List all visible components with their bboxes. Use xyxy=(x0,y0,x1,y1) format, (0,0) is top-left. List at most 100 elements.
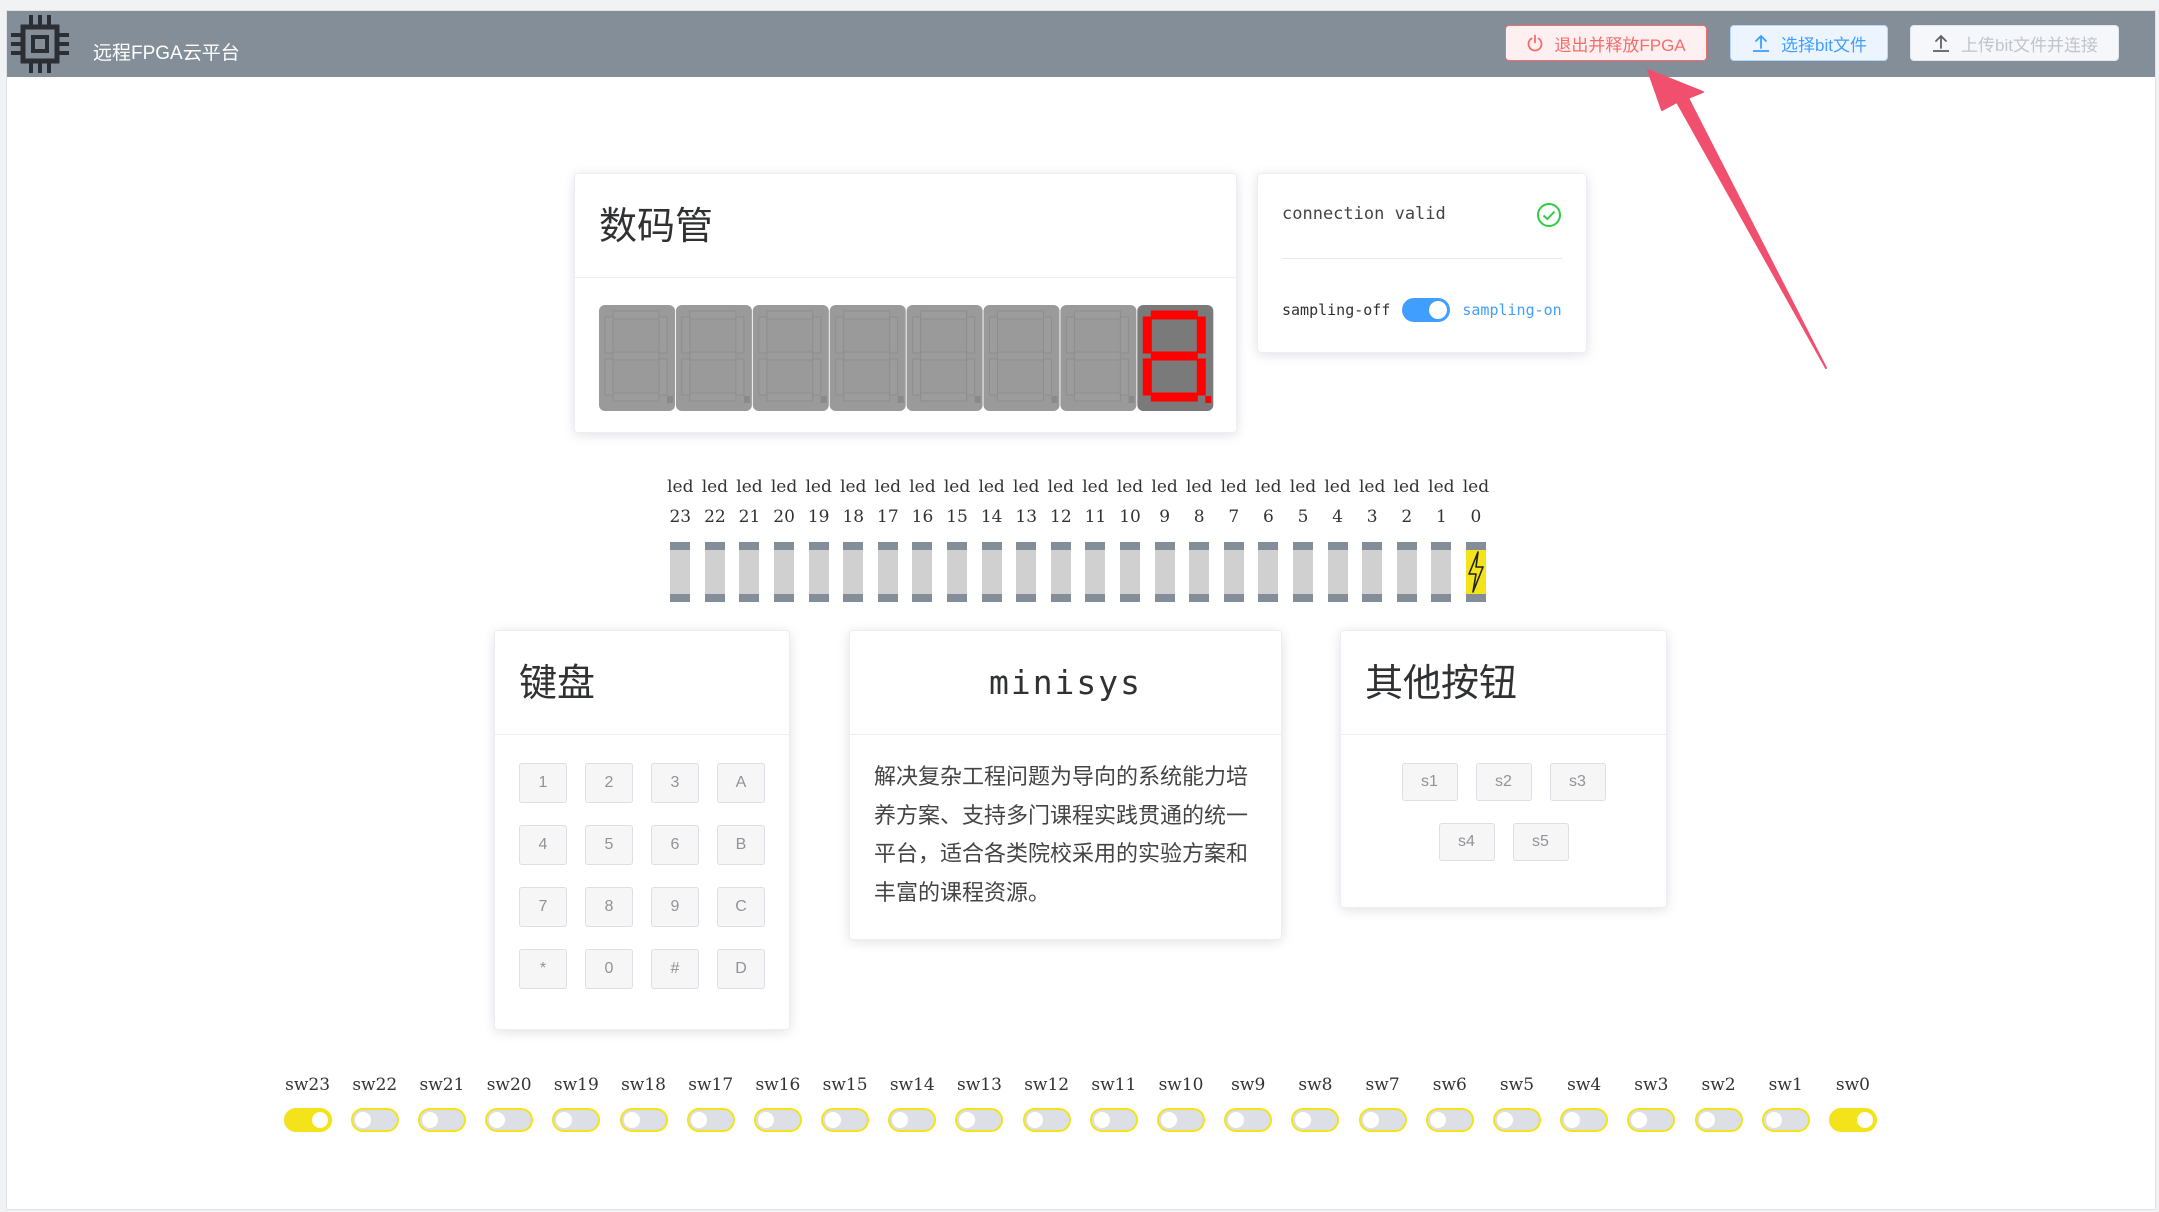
switch-toggle-sw4[interactable] xyxy=(1560,1108,1609,1132)
switch-toggle-sw19[interactable] xyxy=(552,1108,601,1132)
seven-segment-segment xyxy=(735,358,745,396)
seven-segment-dot xyxy=(897,396,904,403)
switch-toggle-sw15[interactable] xyxy=(821,1108,870,1132)
switch-toggle-sw23[interactable] xyxy=(283,1108,332,1132)
switch-label: sw19 xyxy=(553,1075,599,1095)
upload-bit-and-connect-button[interactable]: 上传bit文件并连接 xyxy=(1910,25,2119,61)
led-label: led xyxy=(1082,477,1109,497)
switch-toggle-sw18[interactable] xyxy=(619,1108,668,1132)
sampling-toggle[interactable] xyxy=(1402,298,1451,322)
other-button-s2[interactable]: s2 xyxy=(1475,763,1532,801)
other-buttons-group: s1 s2 s3 s4 s5 xyxy=(1365,763,1642,861)
led-item: led 14 xyxy=(974,472,1009,602)
seven-segment-segment xyxy=(612,310,660,320)
switch-label: sw17 xyxy=(688,1075,734,1095)
keypad-key[interactable]: 6 xyxy=(651,825,699,865)
connection-card: connection valid sampling-off sampling-o… xyxy=(1257,173,1587,353)
keypad-key[interactable]: * xyxy=(519,949,567,989)
switch-toggle-sw5[interactable] xyxy=(1492,1108,1541,1132)
keypad-key[interactable]: 2 xyxy=(585,763,633,803)
switch-item: sw12 xyxy=(1013,1070,1080,1132)
switch-toggle-sw10[interactable] xyxy=(1157,1108,1206,1132)
switch-toggle-sw11[interactable] xyxy=(1089,1108,1138,1132)
seven-segment-segment xyxy=(1142,358,1152,396)
keypad-key[interactable]: 8 xyxy=(585,887,633,927)
seven-segment-dot xyxy=(820,396,827,403)
switch-toggle-sw0[interactable] xyxy=(1828,1108,1877,1132)
choose-bit-file-button[interactable]: 选择bit文件 xyxy=(1730,25,1888,61)
switch-toggle-sw1[interactable] xyxy=(1761,1108,1810,1132)
other-button-s4[interactable]: s4 xyxy=(1438,823,1495,861)
switch-label: sw22 xyxy=(352,1075,398,1095)
led-item: led 10 xyxy=(1113,472,1148,602)
led-label: led xyxy=(1393,477,1420,497)
other-buttons-card: 其他按钮 s1 s2 s3 s4 s5 xyxy=(1340,630,1667,908)
switch-toggle-sw21[interactable] xyxy=(417,1108,466,1132)
other-button-s5[interactable]: s5 xyxy=(1512,823,1569,861)
led-label: led xyxy=(874,477,902,497)
switch-toggle-sw7[interactable] xyxy=(1358,1108,1407,1132)
switch-item: sw16 xyxy=(744,1070,811,1132)
keypad-key[interactable]: 3 xyxy=(651,763,699,803)
switch-toggle-sw20[interactable] xyxy=(485,1108,534,1132)
switch-item: sw1 xyxy=(1752,1070,1819,1132)
switch-toggle-sw3[interactable] xyxy=(1627,1108,1676,1132)
seven-segment-segment xyxy=(689,392,737,402)
led-light xyxy=(1085,542,1106,602)
seven-segment-segment xyxy=(966,316,976,354)
keypad-key[interactable]: 9 xyxy=(651,887,699,927)
switch-toggle-sw16[interactable] xyxy=(753,1108,802,1132)
led-label: led xyxy=(1462,477,1490,497)
switch-toggle-sw13[interactable] xyxy=(955,1108,1004,1132)
led-label: led xyxy=(1116,477,1144,497)
switch-item: sw9 xyxy=(1215,1070,1282,1132)
seven-segment-digit xyxy=(829,305,906,411)
keypad-key[interactable]: B xyxy=(717,825,765,865)
led-light xyxy=(1223,542,1244,602)
led-item: led 0 xyxy=(1459,472,1494,602)
other-button-s1[interactable]: s1 xyxy=(1401,763,1458,801)
keyboard-title: 键盘 xyxy=(495,631,789,735)
seven-segment-segment xyxy=(1119,316,1129,354)
seven-segment-digit xyxy=(1137,305,1214,411)
keypad-key[interactable]: 1 xyxy=(519,763,567,803)
other-button-s3[interactable]: s3 xyxy=(1549,763,1606,801)
keypad-key[interactable]: 7 xyxy=(519,887,567,927)
keypad-key[interactable]: D xyxy=(717,949,765,989)
switch-toggle-sw2[interactable] xyxy=(1694,1108,1743,1132)
seven-segment-segment xyxy=(966,358,976,396)
switch-toggle-sw6[interactable] xyxy=(1425,1108,1474,1132)
keypad-key[interactable]: 5 xyxy=(585,825,633,865)
led-light xyxy=(1154,542,1175,602)
keypad-key[interactable]: C xyxy=(717,887,765,927)
led-light xyxy=(1362,542,1383,602)
switch-toggle-sw8[interactable] xyxy=(1291,1108,1340,1132)
switch-toggle-sw9[interactable] xyxy=(1224,1108,1273,1132)
sampling-on-label[interactable]: sampling-on xyxy=(1462,301,1561,319)
led-label: led xyxy=(805,477,832,497)
switch-toggle-sw22[interactable] xyxy=(350,1108,399,1132)
switch-toggle-sw17[interactable] xyxy=(686,1108,735,1132)
keypad-key[interactable]: # xyxy=(651,949,699,989)
switch-toggle-sw14[interactable] xyxy=(888,1108,937,1132)
led-light xyxy=(981,542,1002,602)
switch-item: sw17 xyxy=(677,1070,744,1132)
switch-toggle-sw12[interactable] xyxy=(1022,1108,1071,1132)
seven-segment-segment xyxy=(1065,358,1075,396)
seven-segment-dot xyxy=(743,396,750,403)
led-number: 19 xyxy=(807,507,830,527)
exit-release-fpga-button[interactable]: 退出并释放FPGA xyxy=(1505,25,1707,61)
led-number: 9 xyxy=(1159,507,1171,527)
keypad-key[interactable]: 0 xyxy=(585,949,633,989)
sampling-off-label[interactable]: sampling-off xyxy=(1282,301,1390,319)
led-label: led xyxy=(1324,477,1351,497)
choose-bit-file-label: 选择bit文件 xyxy=(1781,35,1867,55)
keypad-key[interactable]: 4 xyxy=(519,825,567,865)
led-light xyxy=(1327,542,1348,602)
led-number: 12 xyxy=(1050,507,1072,527)
seven-segment-segment xyxy=(920,310,968,320)
switch-label: sw12 xyxy=(1024,1075,1070,1095)
led-light xyxy=(1120,542,1141,602)
seven-segment-card: 数码管 xyxy=(574,173,1237,433)
keypad-key[interactable]: A xyxy=(717,763,765,803)
